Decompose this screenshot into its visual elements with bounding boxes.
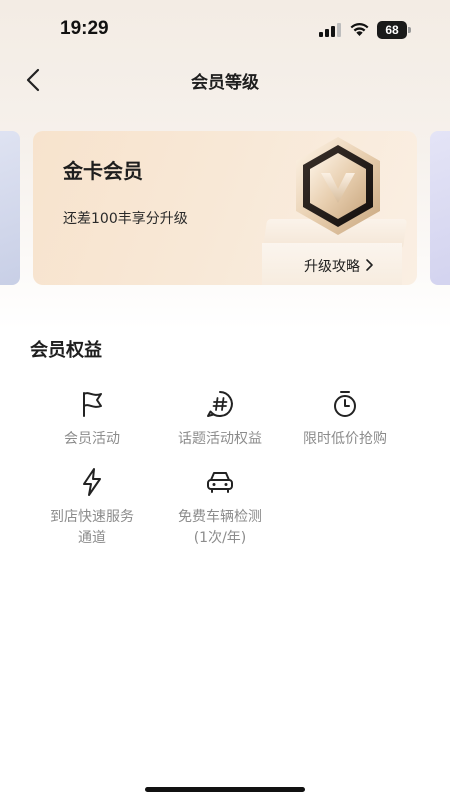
benefits-section-title: 会员权益 — [30, 340, 102, 361]
benefit-label-line2: (1次/年) — [193, 530, 247, 546]
benefit-topic-activities[interactable]: 话题活动权益 — [150, 389, 290, 450]
wifi-icon — [350, 23, 369, 36]
status-bar: 19:29 68 — [0, 0, 450, 60]
page-title: 会员等级 — [191, 73, 259, 93]
previous-tier-card[interactable] — [0, 131, 20, 285]
nav-bar: 会员等级 — [0, 60, 450, 100]
member-tier-card: 金卡会员 还差100丰享分升级 升级攻略 — [33, 131, 417, 285]
benefit-free-inspection[interactable]: 免费车辆检测 (1次/年) — [150, 467, 290, 549]
benefit-label: 到店快速服务 通道 — [22, 507, 162, 549]
upgrade-guide-button[interactable]: 升级攻略 — [262, 243, 402, 285]
benefit-label-line1: 免费车辆检测 — [178, 509, 262, 525]
next-tier-card[interactable] — [430, 131, 450, 285]
benefit-label: 话题活动权益 — [178, 431, 262, 447]
benefit-label-line1: 到店快速服务 — [50, 509, 134, 525]
car-icon — [207, 472, 233, 493]
benefit-express-service[interactable]: 到店快速服务 通道 — [22, 467, 162, 549]
tier-name: 金卡会员 — [63, 159, 143, 183]
battery-level: 68 — [377, 21, 407, 39]
benefit-member-activities[interactable]: 会员活动 — [22, 389, 162, 450]
lightning-icon — [83, 468, 101, 496]
battery-icon: 68 — [377, 21, 411, 39]
stopwatch-icon — [334, 391, 356, 417]
home-indicator[interactable] — [145, 787, 305, 792]
benefit-label-line2: 通道 — [78, 530, 106, 546]
upgrade-guide-label: 升级攻略 — [304, 259, 360, 275]
flag-icon — [83, 392, 102, 417]
chevron-right-icon — [366, 259, 373, 271]
status-time: 19:29 — [60, 18, 109, 39]
benefit-label: 限时低价抢购 — [303, 431, 387, 447]
upgrade-progress-text: 还差100丰享分升级 — [63, 211, 188, 227]
cellular-signal-icon — [319, 23, 341, 37]
hashtag-icon — [207, 391, 233, 417]
benefit-flash-sale[interactable]: 限时低价抢购 — [275, 389, 415, 450]
battery-cap — [408, 27, 411, 33]
benefit-label: 会员活动 — [64, 431, 120, 447]
gold-tier-badge-icon — [296, 137, 380, 235]
benefit-label: 免费车辆检测 (1次/年) — [150, 507, 290, 549]
